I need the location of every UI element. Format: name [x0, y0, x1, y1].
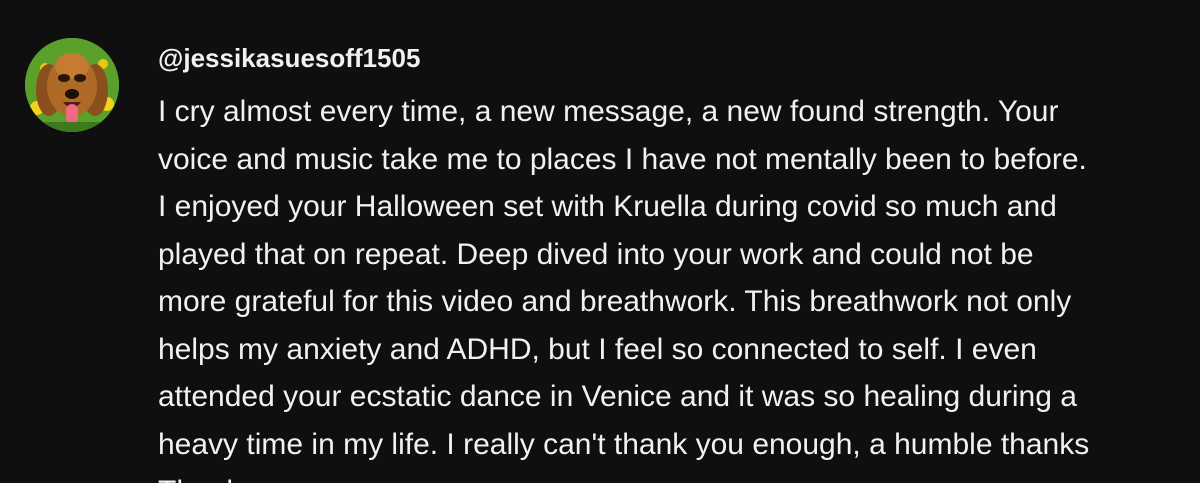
dog-avatar-image — [25, 38, 119, 132]
comment-thread: @jessikasuesoff1505 I cry almost every t… — [0, 0, 1200, 483]
comment-text-line: I cry almost every time, a new message, … — [158, 95, 1059, 128]
comment-text-line-cutoff: Thank you — [158, 468, 1188, 483]
comment-text-line: voice and music take me to places I have… — [158, 142, 1087, 176]
comment-text-line: heavy time in my life. I really can't th… — [158, 427, 1090, 461]
comment-text-line: I enjoyed your Halloween set with Kruell… — [158, 190, 1057, 223]
comment-text: I cry almost every time, a new message, … — [158, 88, 1188, 483]
comment-text-line: more grateful for this video and breathw… — [158, 285, 1072, 318]
comment-text-line: attended your ecstatic dance in Venice a… — [158, 380, 1077, 413]
comment-text-line: helps my anxiety and ADHD, but I feel so… — [158, 332, 1037, 366]
comment-content: @jessikasuesoff1505 I cry almost every t… — [158, 40, 1188, 483]
avatar[interactable] — [25, 38, 119, 132]
comment-author[interactable]: @jessikasuesoff1505 — [158, 40, 1188, 78]
comment-text-line: played that on repeat. Deep dived into y… — [158, 237, 1034, 271]
